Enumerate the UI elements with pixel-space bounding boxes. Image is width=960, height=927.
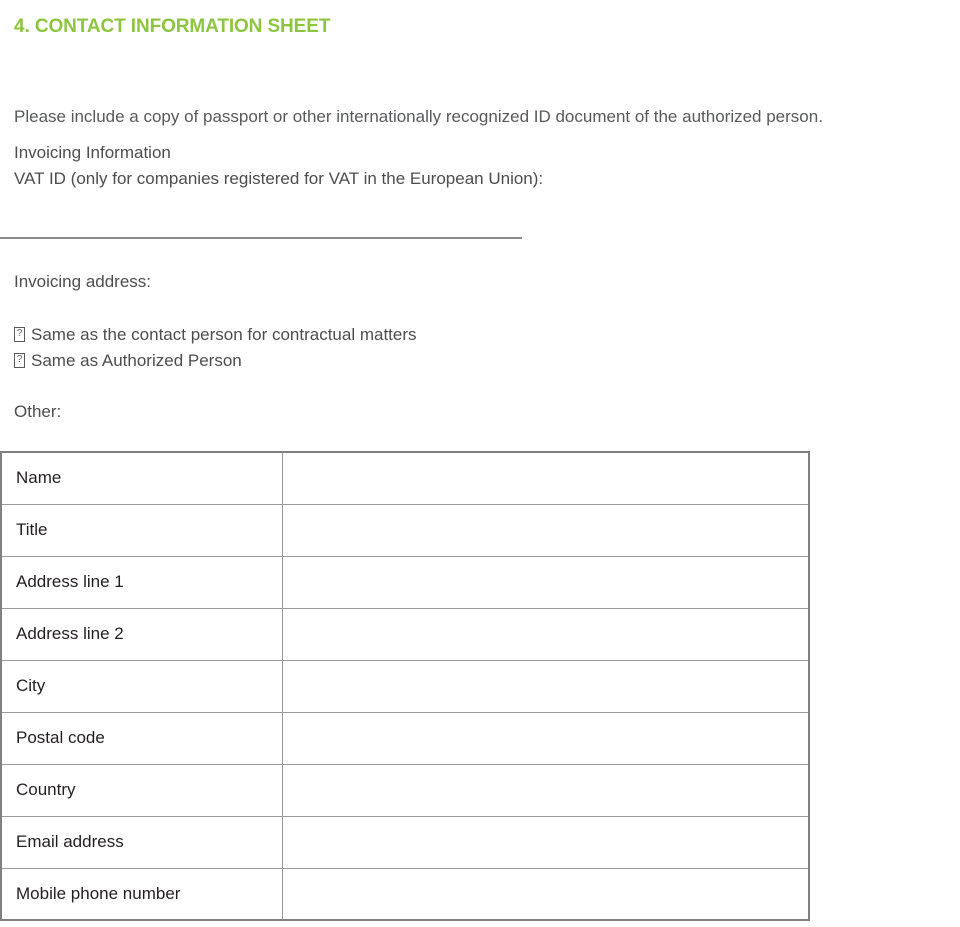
invoicing-address-label: Invoicing address: bbox=[14, 272, 152, 291]
other-label: Other: bbox=[14, 402, 62, 421]
intro-paragraph: Please include a copy of passport or oth… bbox=[14, 107, 823, 126]
field-input[interactable] bbox=[281, 503, 810, 557]
field-label: City bbox=[0, 659, 283, 713]
field-input[interactable] bbox=[281, 815, 810, 869]
field-input[interactable] bbox=[281, 867, 810, 921]
option-label: Same as Authorized Person bbox=[31, 351, 242, 370]
page-title: 4. CONTACT INFORMATION SHEET bbox=[14, 15, 331, 37]
invoicing-information-block: Invoicing Information VAT ID (only for c… bbox=[14, 140, 774, 192]
table-row: Email address bbox=[0, 815, 810, 869]
field-label: Country bbox=[0, 763, 283, 817]
table-row: Country bbox=[0, 763, 810, 817]
table-row: Address line 1 bbox=[0, 555, 810, 609]
checkbox-icon[interactable] bbox=[14, 353, 25, 368]
contact-information-table: Name Title Address line 1 Address line 2… bbox=[0, 451, 810, 921]
field-label: Mobile phone number bbox=[0, 867, 283, 921]
field-label: Address line 1 bbox=[0, 555, 283, 609]
field-label: Name bbox=[0, 451, 283, 505]
invoicing-information-heading: Invoicing Information bbox=[14, 143, 171, 162]
table-row: City bbox=[0, 659, 810, 713]
option-same-as-authorized-person[interactable]: Same as Authorized Person bbox=[14, 348, 417, 374]
field-label: Title bbox=[0, 503, 283, 557]
table-row: Address line 2 bbox=[0, 607, 810, 661]
field-label: Address line 2 bbox=[0, 607, 283, 661]
field-label: Email address bbox=[0, 815, 283, 869]
option-label: Same as the contact person for contractu… bbox=[31, 325, 417, 344]
field-input[interactable] bbox=[281, 711, 810, 765]
checkbox-icon[interactable] bbox=[14, 327, 25, 342]
field-input[interactable] bbox=[281, 555, 810, 609]
field-label: Postal code bbox=[0, 711, 283, 765]
vat-id-write-in-line[interactable] bbox=[0, 237, 522, 239]
table-row: Title bbox=[0, 503, 810, 557]
vat-id-label: VAT ID (only for companies registered fo… bbox=[14, 169, 544, 188]
field-input[interactable] bbox=[281, 763, 810, 817]
table-row: Postal code bbox=[0, 711, 810, 765]
table-row: Mobile phone number bbox=[0, 867, 810, 921]
document-page: 4. CONTACT INFORMATION SHEET Please incl… bbox=[0, 0, 960, 927]
field-input[interactable] bbox=[281, 607, 810, 661]
field-input[interactable] bbox=[281, 451, 810, 505]
table-row: Name bbox=[0, 451, 810, 505]
option-same-as-contact-person[interactable]: Same as the contact person for contractu… bbox=[14, 322, 417, 348]
invoicing-address-options: Same as the contact person for contractu… bbox=[14, 322, 417, 374]
field-input[interactable] bbox=[281, 659, 810, 713]
